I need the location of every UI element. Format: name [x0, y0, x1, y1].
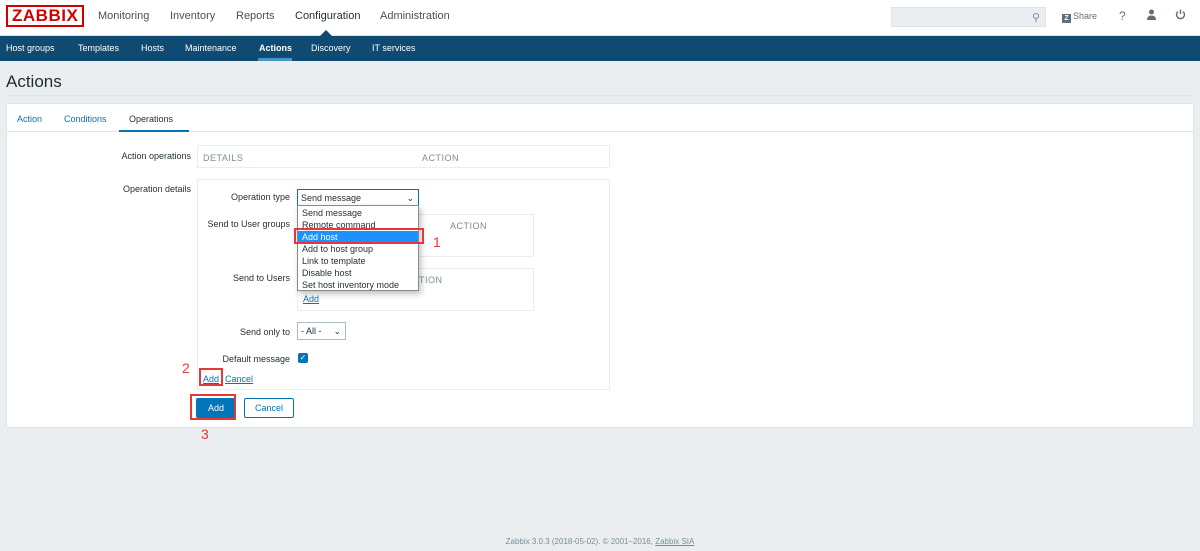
page-title: Actions — [6, 72, 62, 91]
option-add-to-host-group[interactable]: Add to host group — [298, 243, 418, 255]
annotation-number-1: 1 — [433, 234, 441, 250]
default-message-label: Default message — [222, 354, 290, 364]
menu-monitoring[interactable]: Monitoring — [98, 10, 149, 22]
footer: Zabbix 3.0.3 (2018-05-02). © 2001–2016, … — [0, 537, 1200, 546]
user-icon[interactable] — [1146, 9, 1157, 23]
footer-link[interactable]: Zabbix SIA — [655, 537, 694, 546]
option-disable-host[interactable]: Disable host — [298, 267, 418, 279]
action-operations-table: DETAILS ACTION — [197, 145, 610, 168]
send-to-users-label: Send to Users — [232, 273, 290, 283]
send-to-user-groups-label: Send to User groups — [207, 219, 290, 229]
title-divider — [6, 95, 1194, 96]
annotation-number-2: 2 — [182, 360, 190, 376]
power-icon[interactable] — [1175, 9, 1186, 23]
operation-cancel-link[interactable]: Cancel — [225, 374, 253, 384]
operation-details-label: Operation details — [122, 184, 191, 194]
option-send-message[interactable]: Send message — [298, 207, 418, 219]
users-action-header: TION — [419, 275, 443, 285]
operation-type-label: Operation type — [230, 192, 290, 202]
send-only-to-label: Send only to — [239, 327, 290, 337]
annotation-box-3 — [190, 394, 236, 420]
chevron-down-icon: ⌄ — [333, 326, 341, 336]
menu-configuration[interactable]: Configuration — [295, 10, 360, 22]
share-label: Share — [1073, 11, 1098, 21]
subnav-discovery[interactable]: Discovery — [311, 43, 351, 53]
annotation-box-2 — [199, 368, 223, 386]
chevron-down-icon: ⌄ — [406, 193, 414, 203]
subnav-maintenance[interactable]: Maintenance — [185, 43, 237, 53]
subnav-it-services[interactable]: IT services — [372, 43, 415, 53]
menu-administration[interactable]: Administration — [380, 10, 450, 22]
users-add-link[interactable]: Add — [303, 294, 319, 304]
send-only-to-value: - All - — [301, 326, 322, 336]
active-subnav-underline — [258, 58, 292, 61]
subnav-actions[interactable]: Actions — [259, 43, 292, 53]
tab-bar: Action Conditions Operations — [7, 104, 1193, 132]
subnav-host-groups[interactable]: Host groups — [6, 43, 55, 53]
zabbix-logo[interactable]: ZABBIX — [6, 5, 85, 27]
footer-text: Zabbix 3.0.3 (2018-05-02). © 2001–2016, — [505, 537, 653, 546]
help-icon[interactable]: ? — [1119, 9, 1126, 23]
search-icon[interactable]: ⚲ — [1032, 11, 1040, 24]
menu-inventory[interactable]: Inventory — [170, 10, 215, 22]
cancel-button[interactable]: Cancel — [244, 398, 294, 418]
active-tab-underline — [119, 130, 189, 132]
tab-conditions[interactable]: Conditions — [64, 114, 107, 124]
tab-operations[interactable]: Operations — [129, 114, 173, 124]
menu-reports[interactable]: Reports — [236, 10, 275, 22]
groups-action-header: ACTION — [450, 221, 488, 231]
tab-action[interactable]: Action — [17, 114, 42, 124]
option-link-to-template[interactable]: Link to template — [298, 255, 418, 267]
details-column-header: DETAILS — [203, 153, 244, 163]
share-icon: Z — [1062, 14, 1071, 23]
sub-navigation: Host groups Templates Hosts Maintenance … — [0, 36, 1200, 61]
top-bar: ZABBIX Monitoring Inventory Reports Conf… — [0, 0, 1200, 36]
share-link[interactable]: Z Share — [1062, 11, 1097, 23]
subnav-hosts[interactable]: Hosts — [141, 43, 164, 53]
default-message-checkbox[interactable]: ✓ — [298, 353, 308, 363]
checkmark-icon: ✓ — [299, 353, 307, 362]
action-operations-label: Action operations — [121, 151, 191, 161]
annotation-box-1 — [294, 228, 424, 244]
subnav-templates[interactable]: Templates — [78, 43, 119, 53]
action-form-panel: Action Conditions Operations Action oper… — [6, 103, 1194, 428]
operation-type-value: Send message — [301, 193, 362, 203]
send-only-to-select[interactable]: - All - ⌄ — [297, 322, 346, 340]
search-input[interactable]: ⚲ — [891, 7, 1046, 27]
operation-type-dropdown: Send message Remote command Add host Add… — [297, 205, 419, 291]
option-set-host-inventory-mode[interactable]: Set host inventory mode — [298, 279, 418, 291]
action-column-header: ACTION — [422, 153, 460, 163]
annotation-number-3: 3 — [201, 426, 209, 442]
